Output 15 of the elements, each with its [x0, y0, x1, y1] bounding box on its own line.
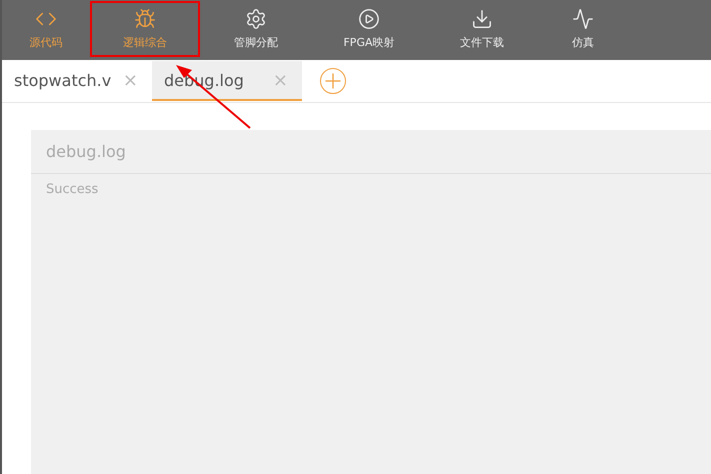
toolbar-button[interactable]: 逻辑综合	[90, 1, 200, 57]
panel-title: debug.log	[46, 142, 126, 161]
toolbar-button[interactable]: 仿真	[538, 1, 628, 57]
log-text: Success	[46, 182, 100, 197]
waveform-icon	[572, 8, 594, 30]
download-icon	[471, 8, 493, 30]
add-tab-icon[interactable]	[320, 68, 346, 94]
bug-icon	[134, 8, 156, 30]
settings-icon	[245, 8, 267, 30]
play-icon	[358, 8, 380, 30]
toolbar-button[interactable]: 文件下载	[426, 1, 538, 57]
toolbar-button[interactable]: 源代码	[2, 1, 90, 57]
toolbar-button[interactable]: FPGA映射	[312, 1, 426, 57]
toolbar-button[interactable]: 管脚分配	[200, 1, 312, 57]
tab-label: stopwatch.v	[14, 70, 112, 90]
